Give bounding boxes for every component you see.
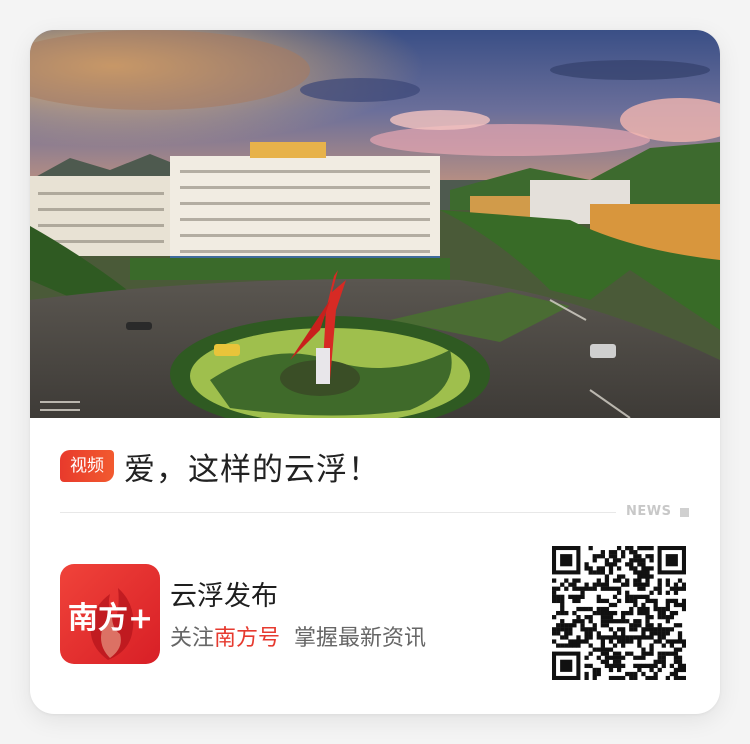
account-name[interactable]: 云浮发布 [170, 574, 278, 613]
news-label: NEWS [626, 504, 672, 519]
follow-prefix: 关注 [170, 626, 215, 651]
logo-text: 南方+ [68, 601, 153, 636]
hero-image[interactable] [30, 30, 720, 418]
qr-finder-pattern [552, 546, 581, 575]
qr-finder-pattern [552, 651, 581, 680]
nanfang-plus-logo-icon[interactable]: 南方+ [60, 564, 160, 664]
qr-finder-pattern [657, 546, 686, 575]
qr-code-icon[interactable] [552, 546, 687, 681]
slogan: 掌握最新资讯 [294, 626, 427, 651]
article-card[interactable]: 视频 爱，这样的云浮！ NEWS 南方+ 云浮发布 关注南方号 掌握最新资讯 [30, 30, 720, 714]
platform-name[interactable]: 南方号 [214, 626, 280, 651]
news-square-icon [680, 508, 689, 517]
divider [60, 512, 616, 513]
article-title[interactable]: 爱，这样的云浮！ [124, 444, 380, 489]
headline[interactable]: 视频 爱，这样的云浮！ [60, 444, 380, 489]
video-badge: 视频 [60, 450, 114, 482]
follow-line: 关注南方号 掌握最新资讯 [170, 620, 426, 652]
